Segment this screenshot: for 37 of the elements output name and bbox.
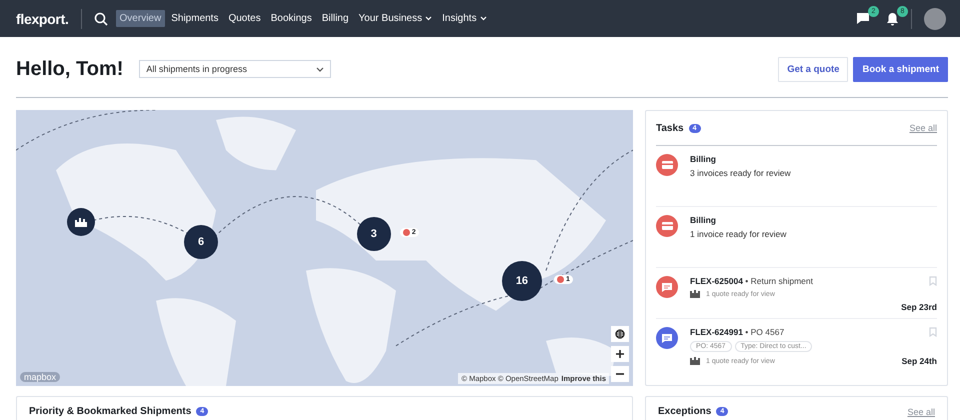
nav-tab[interactable]: Quotes — [224, 10, 265, 27]
priority-title: Priority & Bookmarked Shipments — [29, 406, 192, 417]
warehouse-icon — [690, 357, 701, 365]
search-icon[interactable] — [94, 12, 108, 26]
logo[interactable]: flexport. — [16, 10, 69, 26]
globe-button[interactable] — [611, 326, 629, 342]
book-shipment-button[interactable]: Book a shipment — [853, 56, 948, 82]
globe-icon[interactable] — [615, 329, 625, 339]
task-title[interactable]: Billing — [690, 215, 937, 225]
nav-tab[interactable]: Bookings — [266, 10, 316, 27]
quote-button[interactable]: Get a quote — [778, 56, 848, 82]
avatar[interactable] — [924, 8, 946, 30]
exceptions-title: Exceptions — [658, 406, 712, 417]
nav-tab[interactable]: Insights — [438, 10, 491, 27]
zoom-in-button[interactable] — [611, 346, 629, 362]
task-date: Sep 23rd — [901, 302, 937, 312]
ship-marker[interactable] — [67, 208, 95, 236]
nav-tab[interactable]: Billing — [318, 10, 353, 27]
tasks-title: Tasks — [656, 122, 684, 134]
task-title[interactable]: Billing — [690, 154, 937, 164]
shipment-title[interactable]: FLEX-624991 • PO 4567 — [690, 327, 784, 337]
plus-icon[interactable] — [615, 349, 625, 359]
task-description: 3 invoices ready for review — [690, 168, 792, 178]
nav-tab[interactable]: Overview — [116, 10, 166, 27]
chat-icon[interactable] — [856, 12, 870, 25]
greeting: Hello, Tom! — [16, 58, 124, 80]
nav-tab[interactable]: Shipments — [167, 10, 222, 27]
nav-tab[interactable]: Your Business — [354, 10, 436, 27]
bell-icon[interactable] — [886, 12, 899, 26]
warehouse-icon — [74, 216, 88, 228]
shipment-filter-dropdown[interactable]: All shipments in progress — [139, 60, 332, 78]
warehouse-icon — [690, 290, 701, 298]
shipment-title[interactable]: FLEX-625004 • Return shipment — [690, 276, 813, 286]
task-date: Sep 24th — [902, 356, 937, 366]
caret-icon[interactable] — [316, 66, 324, 72]
task-description: 1 invoice ready for review — [690, 229, 788, 239]
zoom-out-button[interactable] — [611, 366, 629, 382]
